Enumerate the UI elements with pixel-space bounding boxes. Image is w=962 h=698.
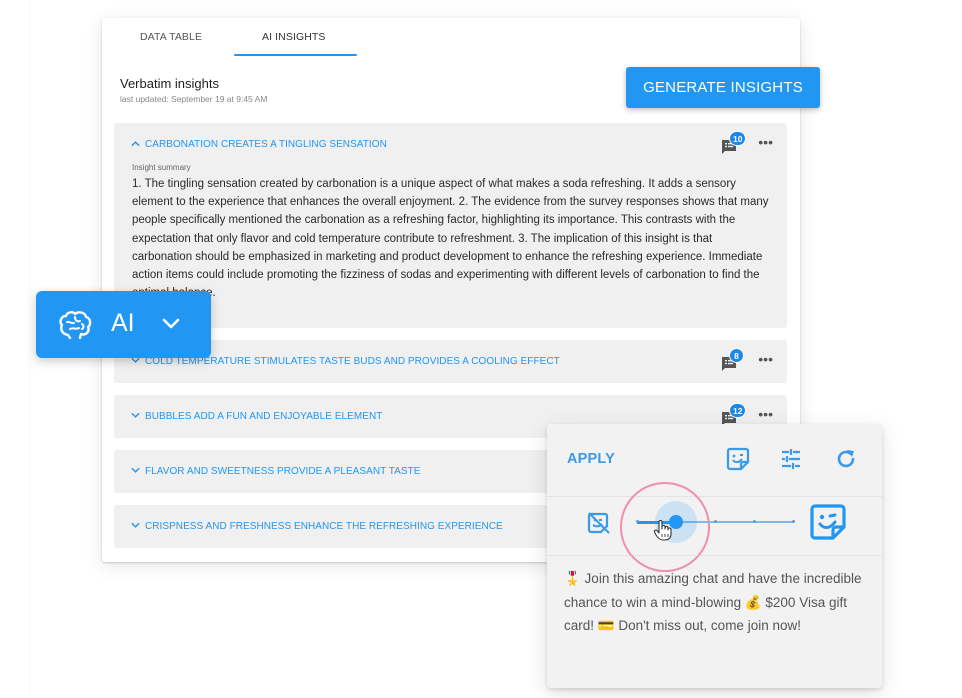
slider-stop	[635, 520, 639, 523]
sticker-icon[interactable]	[726, 447, 750, 471]
insight-toggle[interactable]: BUBBLES ADD A FUN AND ENJOYABLE ELEMENT	[131, 411, 382, 422]
insight-title: COLD TEMPERATURE STIMULATES TASTE BUDS A…	[145, 356, 560, 367]
tab-data-table[interactable]: DATA TABLE	[140, 31, 202, 43]
hand-cursor-icon	[653, 520, 672, 541]
generate-insights-button[interactable]: GENERATE INSIGHTS	[626, 67, 820, 108]
insight-summary-label: Insight summary	[132, 163, 191, 172]
slider-stop	[713, 520, 717, 523]
insight-title: CARBONATION CREATES A TINGLING SENSATION	[145, 139, 387, 150]
slider-stop	[752, 520, 756, 523]
insight-toggle[interactable]: CARBONATION CREATES A TINGLING SENSATION	[131, 139, 387, 150]
apply-button[interactable]: APPLY	[567, 451, 615, 467]
stage: DATA TABLE AI INSIGHTS Verbatim insights…	[0, 0, 962, 698]
tune-icon[interactable]	[780, 448, 802, 470]
chevron-down-icon	[131, 521, 140, 531]
last-updated-text: last updated: September 19 at 9:45 AM	[120, 94, 268, 104]
active-tab-indicator	[234, 54, 357, 56]
comment-count-badge: 12	[729, 403, 747, 418]
chevron-down-icon	[131, 411, 140, 421]
chevron-down-icon	[162, 318, 180, 329]
no-sticker-icon[interactable]	[587, 511, 611, 535]
refresh-icon[interactable]	[835, 448, 857, 470]
ai-label: AI	[111, 309, 135, 337]
comments-button[interactable]: 8	[721, 348, 744, 372]
background-edge	[28, 0, 34, 698]
chevron-down-icon	[131, 466, 140, 476]
comment-count-badge: 10	[729, 131, 747, 146]
insight-title: BUBBLES ADD A FUN AND ENJOYABLE ELEMENT	[145, 411, 383, 422]
tab-ai-insights[interactable]: AI INSIGHTS	[262, 31, 326, 43]
sticker-icon[interactable]	[809, 503, 847, 541]
insight-item: CARBONATION CREATES A TINGLING SENSATION…	[114, 123, 787, 328]
brain-icon	[59, 311, 92, 339]
slider-stop	[791, 520, 795, 523]
chevron-up-icon	[131, 139, 140, 149]
insight-toggle[interactable]: CRISPNESS AND FRESHNESS ENHANCE THE REFR…	[131, 521, 503, 532]
sticker-preview-text: 🎖️ Join this amazing chat and have the i…	[564, 571, 862, 633]
insight-title: CRISPNESS AND FRESHNESS ENHANCE THE REFR…	[145, 521, 503, 532]
insight-item: COLD TEMPERATURE STIMULATES TASTE BUDS A…	[114, 340, 787, 383]
insight-title: FLAVOR AND SWEETNESS PROVIDE A PLEASANT …	[145, 466, 421, 477]
ai-menu-button[interactable]: AI	[36, 291, 211, 358]
tab-bar: DATA TABLE AI INSIGHTS	[102, 18, 800, 56]
comments-button[interactable]: 10	[721, 131, 747, 155]
more-options-button[interactable]: •••	[758, 135, 773, 149]
more-options-button[interactable]: •••	[758, 352, 773, 366]
divider	[547, 555, 882, 556]
sticker-settings-popup: APPLY 🎖️ Join this amazing chat and have…	[547, 424, 882, 688]
divider	[547, 496, 882, 497]
insight-summary-text: 1. The tingling sensation created by car…	[132, 178, 769, 299]
section-title: Verbatim insights	[120, 76, 219, 91]
insight-toggle[interactable]: FLAVOR AND SWEETNESS PROVIDE A PLEASANT …	[131, 466, 420, 477]
more-options-button[interactable]: •••	[758, 407, 773, 421]
comment-count-badge: 8	[729, 348, 744, 363]
